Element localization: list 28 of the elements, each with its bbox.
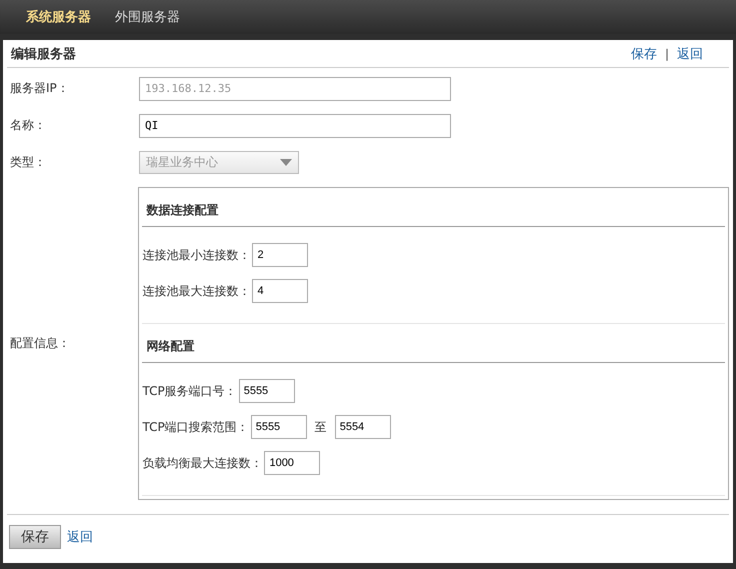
back-link[interactable]: 返回: [67, 528, 93, 546]
panel-title: 编辑服务器: [11, 46, 76, 63]
field-label: 配置信息：: [9, 335, 71, 352]
caret-icon: [280, 159, 292, 166]
field-label: 连接池最小连接数：: [142, 246, 250, 264]
separator: |: [664, 47, 669, 61]
save-button[interactable]: 保存: [9, 525, 61, 549]
field-label: TCP端口搜索范围：: [142, 418, 249, 436]
input-field[interactable]: QI: [139, 114, 451, 138]
section-title: 数据连接配置: [142, 188, 725, 227]
save-link[interactable]: 保存: [630, 45, 657, 63]
input-field[interactable]: 1000: [264, 451, 320, 475]
field-label: 连接池最大连接数：: [142, 282, 250, 300]
range-separator: 至: [314, 418, 327, 436]
input-field[interactable]: 4: [252, 279, 308, 303]
input-field[interactable]: 5554: [334, 415, 391, 439]
section-title: 网络配置: [142, 324, 725, 363]
field-label: 类型：: [9, 154, 47, 171]
field-label: 服务器IP：: [9, 80, 70, 97]
field-label: 负载均衡最大连接数：: [142, 454, 262, 472]
tab[interactable]: 外围服务器: [103, 8, 192, 26]
field-label: TCP服务端口号：: [142, 382, 237, 400]
input-field[interactable]: 2: [252, 243, 308, 267]
field-label: 名称：: [9, 117, 47, 134]
back-link[interactable]: 返回: [677, 45, 703, 63]
tab[interactable]: 系统服务器: [14, 8, 103, 26]
input-field[interactable]: 5555: [238, 379, 295, 403]
input-field[interactable]: 5555: [250, 415, 307, 439]
